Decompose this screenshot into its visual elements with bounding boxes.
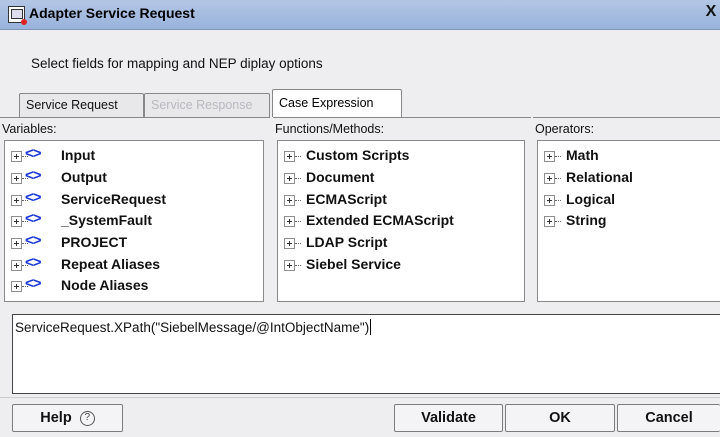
expand-icon[interactable] [284, 151, 295, 162]
expand-icon[interactable] [544, 173, 555, 184]
expand-icon[interactable] [284, 216, 295, 227]
expand-icon[interactable] [284, 260, 295, 271]
xml-tag-icon: <> [25, 167, 42, 184]
dialog-title: Adapter Service Request [29, 5, 195, 21]
help-circle-icon: ? [79, 410, 95, 426]
operators-label: Operators: [535, 122, 595, 136]
functions-panel: Functions/Methods: Custom Scripts Docume… [273, 117, 531, 308]
functions-tree[interactable]: Custom Scripts Document ECMAScript Exten… [277, 140, 525, 302]
validate-button[interactable]: Validate [394, 404, 503, 432]
expand-icon[interactable] [284, 195, 295, 206]
adapter-service-request-dialog: Adapter Service Request X Select fields … [0, 0, 720, 437]
operators-panel: Operators: Math Relational Logical Strin… [533, 117, 720, 308]
help-button[interactable]: Help ? [12, 404, 123, 432]
app-icon [8, 6, 27, 25]
expand-icon[interactable] [284, 173, 295, 184]
expression-editor[interactable]: ServiceRequest.XPath("SiebelMessage/@Int… [12, 314, 720, 394]
operators-tree[interactable]: Math Relational Logical String [537, 140, 720, 302]
xml-tag-icon: <> [25, 189, 42, 206]
tab-service-response: Service Response [144, 93, 270, 117]
expand-icon[interactable] [11, 281, 22, 292]
text-caret [370, 319, 372, 335]
expand-icon[interactable] [11, 195, 22, 206]
expand-icon[interactable] [11, 238, 22, 249]
variables-label: Variables: [2, 122, 57, 136]
close-button[interactable]: X [702, 3, 720, 23]
help-button-label: Help [40, 410, 72, 426]
functions-label: Functions/Methods: [275, 122, 385, 136]
expand-icon[interactable] [11, 260, 22, 271]
xml-tag-icon: <> [25, 275, 42, 292]
expression-text: ServiceRequest.XPath("SiebelMessage/@Int… [15, 320, 370, 335]
expand-icon[interactable] [544, 216, 555, 227]
expand-icon[interactable] [544, 151, 555, 162]
ok-button[interactable]: OK [505, 404, 615, 432]
xml-tag-icon: <> [25, 254, 42, 271]
tab-service-request[interactable]: Service Request [19, 93, 144, 117]
tab-case-expression[interactable]: Case Expression [272, 89, 402, 117]
variables-panel: Variables: <> Input <> Output <> Service… [0, 117, 270, 308]
xml-tag-icon: <> [25, 210, 42, 227]
xml-tag-icon: <> [25, 145, 42, 162]
expand-icon[interactable] [11, 173, 22, 184]
expand-icon[interactable] [11, 151, 22, 162]
variables-tree[interactable]: <> Input <> Output <> ServiceRequest <> … [4, 140, 264, 302]
expand-icon[interactable] [11, 216, 22, 227]
instructions-text: Select fields for mapping and NEP diplay… [31, 56, 323, 71]
expand-icon[interactable] [284, 238, 295, 249]
button-bar: Help ? Validate OK Cancel [0, 397, 720, 437]
xml-tag-icon: <> [25, 232, 42, 249]
title-bar[interactable]: Adapter Service Request X [0, 0, 720, 30]
cancel-button[interactable]: Cancel [617, 404, 720, 432]
expand-icon[interactable] [544, 195, 555, 206]
